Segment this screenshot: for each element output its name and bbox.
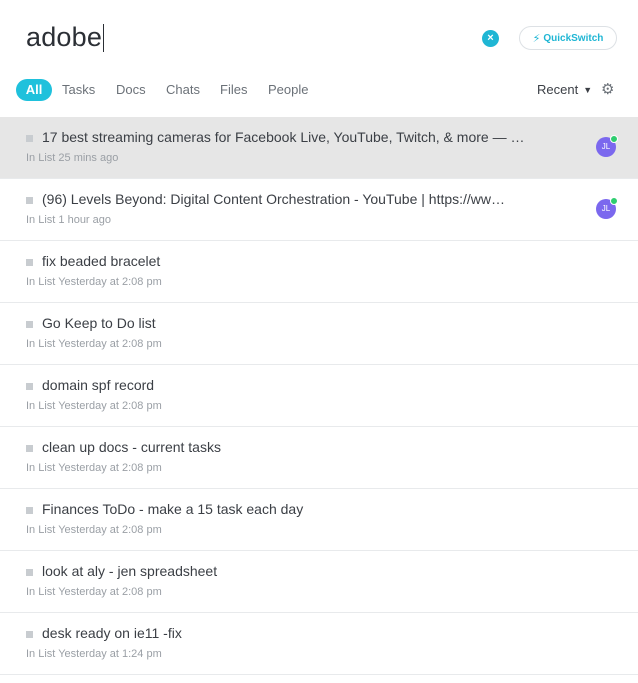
result-row[interactable]: domain spf record In List Yesterday at 2… xyxy=(0,365,638,427)
tab-files[interactable]: Files xyxy=(220,79,247,101)
chevron-down-icon: ▼ xyxy=(583,85,593,95)
search-query: adobe xyxy=(26,22,103,52)
result-title: Finances ToDo - make a 15 task each day xyxy=(42,501,304,517)
result-row[interactable]: clean up docs - current tasks In List Ye… xyxy=(0,427,638,489)
result-row[interactable]: (96) Levels Beyond: Digital Content Orch… xyxy=(0,179,638,241)
task-status-icon xyxy=(26,445,33,452)
result-meta: In List Yesterday at 2:08 pm xyxy=(26,338,162,350)
search-bar: adobe × ⚡ Quick Switch xyxy=(0,0,638,78)
task-status-icon xyxy=(26,507,33,514)
result-row[interactable]: desk ready on ie11 -fix In List Yesterda… xyxy=(0,613,638,675)
search-input[interactable]: adobe xyxy=(26,22,105,53)
result-title: desk ready on ie11 -fix xyxy=(42,625,182,641)
task-status-icon xyxy=(26,135,33,142)
bolt-icon: ⚡ xyxy=(532,32,541,45)
result-meta: In List 1 hour ago xyxy=(26,214,112,226)
result-meta: In List Yesterday at 2:08 pm xyxy=(26,400,162,412)
tab-tasks[interactable]: Tasks xyxy=(62,79,95,101)
result-title: domain spf record xyxy=(42,377,155,393)
tab-all[interactable]: All xyxy=(16,79,52,101)
online-status-icon xyxy=(610,135,618,143)
result-row[interactable]: fix beaded bracelet In List Yesterday at… xyxy=(0,241,638,303)
task-status-icon xyxy=(26,383,33,390)
result-title: 17 best streaming cameras for Facebook L… xyxy=(42,129,525,145)
tab-people[interactable]: People xyxy=(268,79,308,101)
result-title: Go Keep to Do list xyxy=(42,315,156,331)
task-status-icon xyxy=(26,259,33,266)
clear-search-icon[interactable]: × xyxy=(482,30,499,47)
avatar: JL xyxy=(596,135,618,157)
result-meta: In List Yesterday at 2:08 pm xyxy=(26,586,162,598)
result-meta: In List Yesterday at 1:24 pm xyxy=(26,648,162,660)
task-status-icon xyxy=(26,321,33,328)
result-meta: In List 25 mins ago xyxy=(26,152,119,164)
task-status-icon xyxy=(26,631,33,638)
gear-icon[interactable]: ⚙ xyxy=(601,80,614,100)
result-meta: In List Yesterday at 2:08 pm xyxy=(26,524,162,536)
avatar-initials: JL xyxy=(601,204,611,213)
result-row[interactable]: 17 best streaming cameras for Facebook L… xyxy=(0,117,638,179)
result-meta: In List Yesterday at 2:08 pm xyxy=(26,276,162,288)
result-title: clean up docs - current tasks xyxy=(42,439,221,455)
quickswitch-label-suffix: Switch xyxy=(571,32,604,44)
task-status-icon xyxy=(26,197,33,204)
result-title: look at aly - jen spreadsheet xyxy=(42,563,218,579)
result-row[interactable]: Go Keep to Do list In List Yesterday at … xyxy=(0,303,638,365)
sort-dropdown[interactable]: Recent ▼ xyxy=(537,79,592,101)
result-row[interactable]: look at aly - jen spreadsheet In List Ye… xyxy=(0,551,638,613)
result-title: (96) Levels Beyond: Digital Content Orch… xyxy=(42,191,506,207)
online-status-icon xyxy=(610,197,618,205)
avatar: JL xyxy=(596,197,618,219)
quickswitch-button[interactable]: ⚡ Quick Switch xyxy=(519,26,617,50)
task-status-icon xyxy=(26,569,33,576)
tab-docs[interactable]: Docs xyxy=(116,79,146,101)
result-title: fix beaded bracelet xyxy=(42,253,161,269)
quickswitch-label-prefix: Quick xyxy=(543,32,572,44)
sort-label: Recent xyxy=(537,82,579,97)
avatar-initials: JL xyxy=(601,142,611,151)
results-list: 17 best streaming cameras for Facebook L… xyxy=(0,117,638,675)
tab-chats[interactable]: Chats xyxy=(166,79,200,101)
text-caret xyxy=(103,23,105,52)
result-meta: In List Yesterday at 2:08 pm xyxy=(26,462,162,474)
filter-bar: All Tasks Docs Chats Files People Recent… xyxy=(0,78,638,118)
result-row[interactable]: Finances ToDo - make a 15 task each day … xyxy=(0,489,638,551)
